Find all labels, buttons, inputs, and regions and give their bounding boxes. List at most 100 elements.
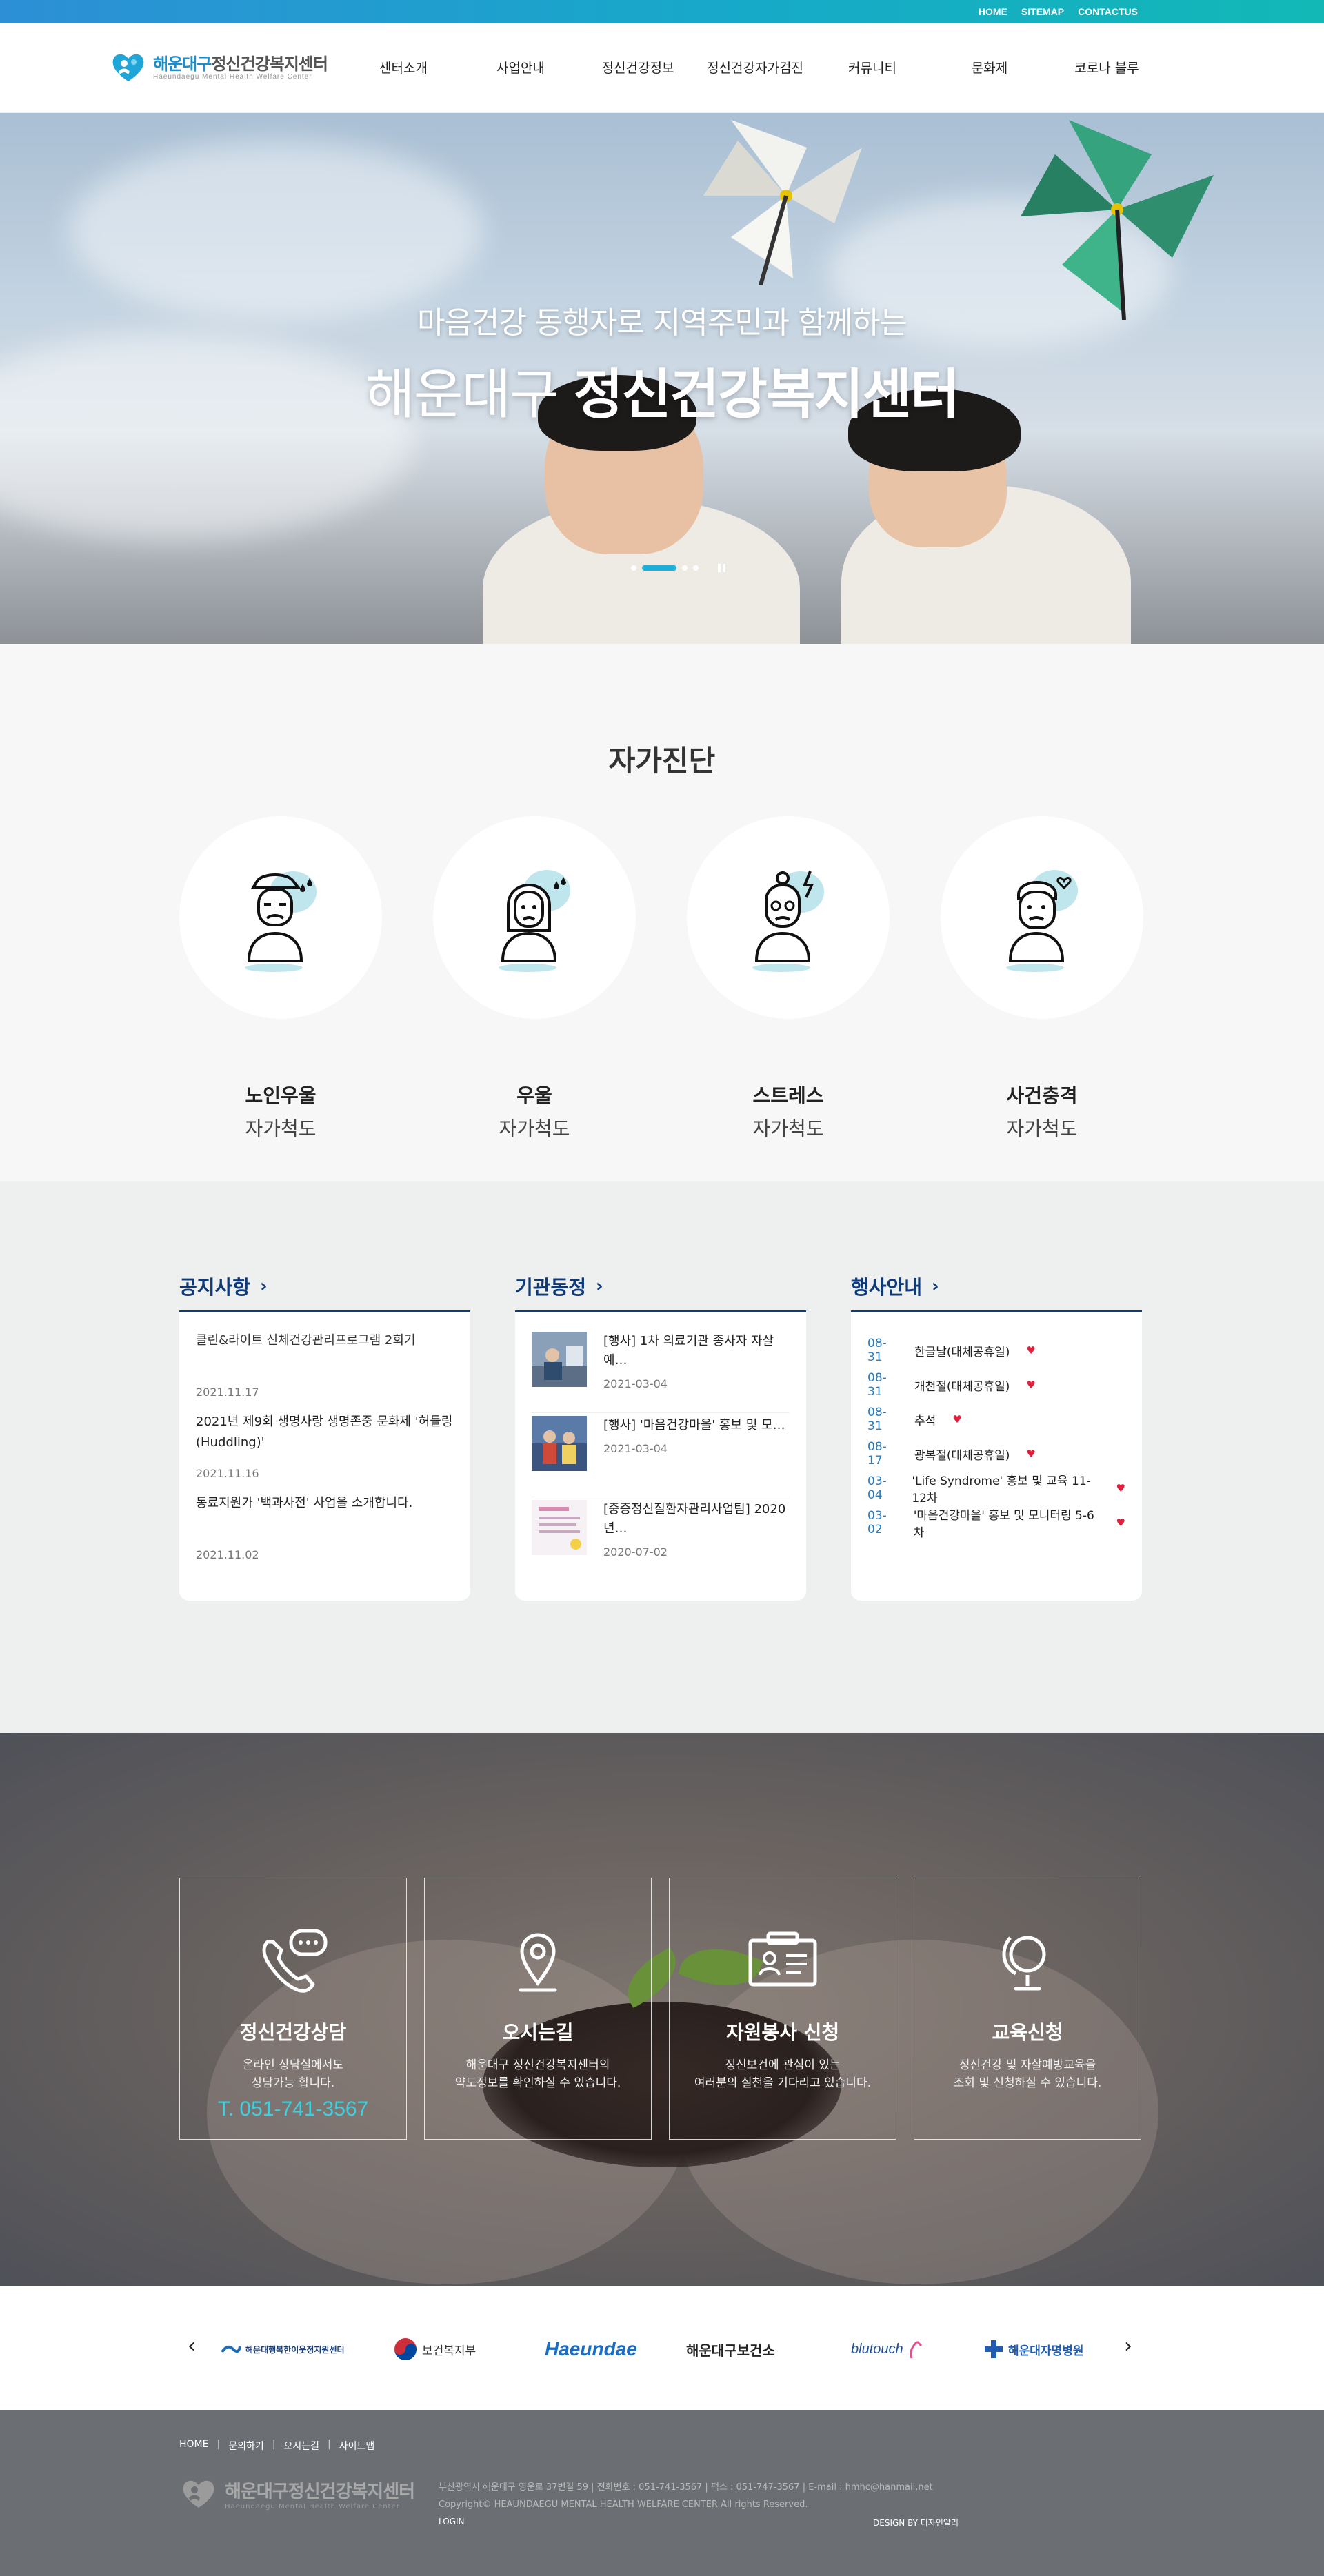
board-title: 행사안내 — [851, 1275, 923, 1299]
footer-info: 부산광역시 해운대구 영운로 37번길 59 | 전화번호 : 051-741-… — [439, 2479, 933, 2531]
self-check-stress[interactable]: 스트레스 자가척도 — [687, 816, 890, 1142]
white-pinwheel-icon — [703, 120, 862, 285]
self-check-elderly-depression[interactable]: 노인우울 자가척도 — [179, 816, 382, 1142]
nav-mental-health-info[interactable]: 정신건강정보 — [579, 58, 696, 77]
site-logo[interactable]: 해운대구정신건강복지센터 Haeundaegu Mental Health We… — [110, 50, 328, 85]
list-item[interactable]: [행사] '마음건강마을' 홍보 및 모… 2021-03-04 — [532, 1413, 790, 1497]
event-title: '마음건강마을' 홍보 및 모니터링 5-6차 — [913, 1509, 1094, 1540]
self-check-trauma[interactable]: 사건충격 자가척도 — [941, 816, 1143, 1142]
quick-menu-section: 정신건강상담 온라인 상담실에서도 상담가능 합니다. T. 051-741-35… — [0, 1733, 1324, 2286]
post-date: 2021.11.17 — [196, 1386, 259, 1399]
board-header[interactable]: 행사안내 › — [851, 1271, 1142, 1312]
footer-sitemap-link[interactable]: 사이트맵 — [339, 2439, 375, 2453]
chevron-right-icon[interactable]: › — [1124, 2334, 1132, 2358]
quick-education[interactable]: 교육신청 정신건강 및 자살예방교육을 조회 및 신청하실 수 있습니다. — [914, 1878, 1141, 2140]
heart-logo-icon — [112, 54, 144, 81]
quick-title: 오시는길 — [502, 2021, 574, 2044]
quick-desc: 해운대구 정신건강복지센터의 약도정보를 확인하실 수 있습니다. — [425, 2056, 651, 2092]
partner-name: 해운대행복한이웃정지원센터 — [245, 2344, 345, 2355]
self-check-name: 스트레스 — [752, 1084, 824, 1107]
logo-title-b: 정신건강복지센터 — [211, 54, 328, 74]
post-date: 2021.11.02 — [196, 1548, 259, 1561]
post-title: 동료지원가 '백과사전' 사업을 소개합니다. — [196, 1496, 413, 1510]
nav-community[interactable]: 커뮤니티 — [814, 58, 931, 77]
nav-business[interactable]: 사업안내 — [462, 58, 579, 77]
partner-logo[interactable]: Haeundae — [545, 2335, 637, 2363]
home-link[interactable]: HOME — [979, 6, 1007, 17]
list-item[interactable]: 08-31 한글날(대체공휴일) ♥ — [867, 1333, 1125, 1368]
contactus-link[interactable]: CONTACTUS — [1078, 6, 1138, 17]
hand-logo-icon — [909, 2340, 922, 2359]
quick-desc: 정신보건에 관심이 있는 여러분의 실천을 기다리고 있습니다. — [670, 2056, 896, 2092]
list-item[interactable]: [행사] 1차 의료기관 종사자 자살예… 2021-03-04 — [532, 1329, 790, 1413]
quick-desc: 정신건강 및 자살예방교육을조회 및 신청하실 수 있습니다. — [914, 2056, 1141, 2092]
partner-logo[interactable]: 해운대구보건소 — [686, 2335, 775, 2363]
partner-logo[interactable]: blutouch — [851, 2335, 925, 2363]
partner-logo[interactable]: 해운대자명병원 — [983, 2335, 1083, 2363]
list-item[interactable]: 2021년 제9회 생명사랑 생명존중 문화제 '허들링(Huddling)' … — [196, 1410, 454, 1492]
list-item[interactable]: 03-02 '마음건강마을' 홍보 및 모니터링 5-6차 ♥ — [867, 1505, 1125, 1540]
self-check-name: 우울 — [516, 1084, 552, 1107]
heart-icon: ♥ — [952, 1413, 962, 1426]
footer-directions-link[interactable]: 오시는길 — [283, 2439, 319, 2453]
partner-logo[interactable]: 해운대행복한이웃정지원센터 — [221, 2335, 345, 2363]
list-item[interactable]: 08-31 개천절(대체공휴일) ♥ — [867, 1368, 1125, 1402]
list-item[interactable]: 동료지원가 '백과사전' 사업을 소개합니다. 2021.11.02 — [196, 1492, 454, 1573]
board-body: [행사] 1차 의료기관 종사자 자살예… 2021-03-04 [행사] '마… — [515, 1312, 806, 1601]
events-board: 행사안내 › 08-31 한글날(대체공휴일) ♥ 08-31 개천절(대체공휴일) ♥… — [851, 1271, 1142, 1601]
event-title: 개천절(대체공휴일) — [914, 1379, 1010, 1394]
event-date: 08-31 — [867, 1337, 887, 1364]
board-body: 클린&라이트 신체건강관리프로그램 2회기 2021.11.17 2021년 제… — [179, 1312, 470, 1601]
footer-copyright: Copyright© HEAUNDAEGU MENTAL HEALTH WELF… — [439, 2499, 808, 2510]
footer-logo-subtitle: Haeundaegu Mental Health Welfare Center — [225, 2503, 400, 2511]
quick-desc-line: 정신건강 및 자살예방교육을 — [959, 2058, 1096, 2072]
stressed-woman-icon — [752, 871, 824, 972]
hero-headline: 마음건강 동행자로 지역주민과 함께하는 — [417, 305, 907, 341]
sitemap-link[interactable]: SITEMAP — [1021, 6, 1064, 17]
footer-home-link[interactable]: HOME — [179, 2439, 208, 2453]
main-navigation: 센터소개 사업안내 정신건강정보 정신건강자가검진 커뮤니티 문화제 코로나 블… — [345, 58, 1165, 77]
list-item[interactable]: [중증정신질환자관리사업팀] 2020년… 2020-07-02 — [532, 1497, 790, 1581]
nav-festival[interactable]: 문화제 — [931, 58, 1048, 77]
partner-logo[interactable]: 보건복지부 — [393, 2335, 476, 2363]
self-check-sub: 자가척도 — [752, 1117, 824, 1140]
footer-logo-title: 해운대구정신건강복지센터 — [225, 2482, 415, 2502]
nav-center-intro[interactable]: 센터소개 — [345, 58, 462, 77]
footer-contact-link[interactable]: 문의하기 — [228, 2439, 264, 2453]
list-item[interactable]: 08-17 광복절(대체공휴일) ♥ — [867, 1437, 1125, 1471]
heart-icon: ♥ — [1026, 1379, 1036, 1391]
board-header[interactable]: 기관동정 › — [515, 1271, 806, 1312]
pause-icon[interactable] — [718, 564, 725, 572]
shocked-man-icon — [1006, 870, 1078, 972]
nav-corona-blue[interactable]: 코로나 블루 — [1048, 58, 1165, 77]
board-header[interactable]: 공지사항 › — [179, 1271, 470, 1312]
quick-volunteer[interactable]: 자원봉사 신청 정신보건에 관심이 있는 여러분의 실천을 기다리고 있습니다. — [669, 1878, 896, 2140]
list-item[interactable]: 03-04 'Life Syndrome' 홍보 및 교육 11-12차 ♥ — [867, 1471, 1125, 1505]
section-title: 자가진단 — [608, 744, 716, 778]
event-date: 03-02 — [867, 1509, 887, 1537]
list-item[interactable]: 클린&라이트 신체건강관리프로그램 2회기 2021.11.17 — [196, 1329, 454, 1410]
event-title: 광복절(대체공휴일) — [914, 1448, 1010, 1463]
slide-dot[interactable] — [631, 565, 636, 571]
partner-name: blutouch — [851, 2341, 903, 2357]
location-pin-icon — [519, 1933, 557, 1992]
quick-directions[interactable]: 오시는길 해운대구 정신건강복지센터의 약도정보를 확인하실 수 있습니다. — [424, 1878, 652, 2140]
login-link[interactable]: LOGIN — [439, 2513, 933, 2531]
green-pinwheel-icon — [1021, 120, 1214, 320]
slide-dot[interactable] — [682, 565, 688, 571]
phone-number[interactable]: T. 051-741-3567 — [180, 2098, 406, 2121]
slide-dot[interactable] — [693, 565, 699, 571]
nav-self-test[interactable]: 정신건강자가검진 — [696, 58, 814, 77]
quick-counseling[interactable]: 정신건강상담 온라인 상담실에서도 상담가능 합니다. T. 051-741-35… — [179, 1878, 407, 2140]
list-item[interactable]: 08-31 추석 ♥ — [867, 1402, 1125, 1437]
quick-desc-line: 해운대구 정신건강복지센터의 — [465, 2058, 610, 2072]
heart-icon: ♥ — [1026, 1344, 1036, 1357]
post-date: 2020-07-02 — [603, 1545, 668, 1559]
divider: | — [217, 2439, 221, 2450]
event-date: 08-31 — [867, 1406, 887, 1433]
chevron-left-icon[interactable]: ‹ — [188, 2334, 196, 2358]
self-check-depression[interactable]: 우울 자가척도 — [433, 816, 636, 1142]
quick-desc-line: 여러분의 실천을 기다리고 있습니다. — [694, 2076, 872, 2090]
slide-dot-active[interactable] — [642, 565, 676, 571]
quick-desc-line: 조회 및 신청하실 수 있습니다. — [953, 2076, 1102, 2090]
